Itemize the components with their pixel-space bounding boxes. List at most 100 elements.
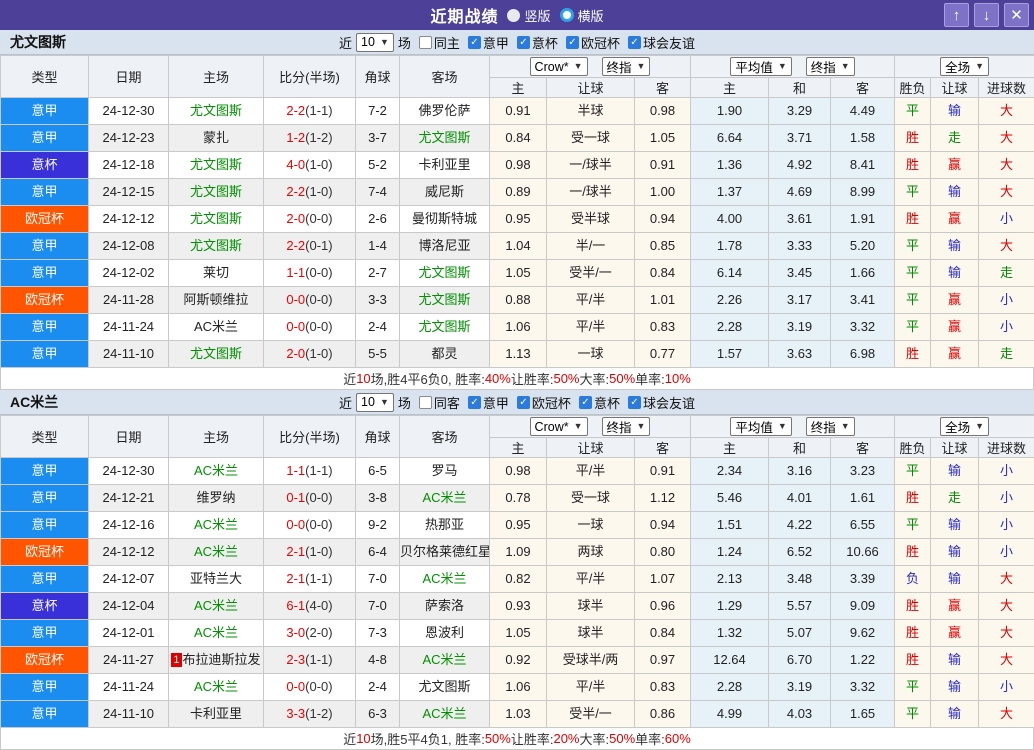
avg-draw-odds: 4.92 xyxy=(769,152,831,179)
competition-badge: 意甲 xyxy=(1,341,89,368)
handicap-home-odds: 0.91 xyxy=(490,98,547,125)
final-odds-select[interactable]: 终指▼ xyxy=(806,417,855,436)
handicap-outcome: 赢 xyxy=(931,620,979,647)
avg-home-odds: 5.46 xyxy=(691,485,769,512)
handicap-outcome: 输 xyxy=(931,647,979,674)
league-checkbox[interactable]: ✓ xyxy=(628,396,641,409)
avg-home-odds: 1.36 xyxy=(691,152,769,179)
league-checkbox[interactable]: ✓ xyxy=(468,396,481,409)
goals-outcome: 小 xyxy=(979,512,1034,539)
home-team: AC米兰 xyxy=(169,314,264,341)
match-count-select[interactable]: 10▼ xyxy=(356,393,394,412)
match-outcome: 平 xyxy=(895,314,931,341)
match-outcome: 平 xyxy=(895,287,931,314)
col-header-type: 类型 xyxy=(1,416,89,458)
handicap-line: 平/半 xyxy=(547,314,635,341)
layout-horizontal-radio[interactable]: 横版 xyxy=(560,6,604,25)
arrow-up-icon: ↑ xyxy=(953,7,961,24)
final-odds-select[interactable]: 终指▼ xyxy=(602,417,651,436)
match-date: 24-12-02 xyxy=(89,260,169,287)
league-label: 球会友谊 xyxy=(643,33,695,52)
handicap-away-odds: 0.94 xyxy=(635,512,691,539)
match-row: 意甲24-12-16AC米兰0-0(0-0)9-2热那亚0.95一球0.941.… xyxy=(1,512,1034,539)
goals-outcome: 大 xyxy=(979,98,1034,125)
close-button[interactable]: ✕ xyxy=(1004,3,1029,27)
handicap-line: 受半/一 xyxy=(547,260,635,287)
league-checkbox[interactable]: ✓ xyxy=(468,36,481,49)
col-header-home: 主场 xyxy=(169,416,264,458)
move-up-button[interactable]: ↑ xyxy=(944,3,969,27)
match-row: 意甲24-12-21维罗纳0-1(0-0)3-8AC米兰0.78受一球1.125… xyxy=(1,485,1034,512)
handicap-outcome: 走 xyxy=(931,125,979,152)
summary-line: 近10场,胜5平4负1, 胜率:50% 让胜率:20% 大率:50% 单率:60… xyxy=(0,728,1034,750)
handicap-line: 球半 xyxy=(547,593,635,620)
chevron-down-icon: ▼ xyxy=(778,422,787,431)
corner-score: 7-3 xyxy=(356,620,400,647)
match-date: 24-12-30 xyxy=(89,458,169,485)
same-venue-checkbox[interactable] xyxy=(419,36,432,49)
goals-outcome: 大 xyxy=(979,566,1034,593)
scope-select[interactable]: 全场▼ xyxy=(940,57,989,76)
match-outcome: 平 xyxy=(895,701,931,728)
handicap-home-odds: 1.06 xyxy=(490,674,547,701)
final-odds-select[interactable]: 终指▼ xyxy=(602,57,651,76)
odds-company-select[interactable]: Crow*▼ xyxy=(530,57,588,76)
handicap-line: 球半 xyxy=(547,620,635,647)
average-select[interactable]: 平均值▼ xyxy=(730,57,791,76)
home-team: 阿斯顿维拉 xyxy=(169,287,264,314)
chevron-down-icon: ▼ xyxy=(380,38,389,47)
radio-icon xyxy=(560,8,574,22)
handicap-home-odds: 1.13 xyxy=(490,341,547,368)
score: 2-2(1-1) xyxy=(264,98,356,125)
same-venue-checkbox[interactable] xyxy=(419,396,432,409)
handicap-line: 受一球 xyxy=(547,125,635,152)
handicap-outcome: 输 xyxy=(931,179,979,206)
avg-draw-odds: 6.70 xyxy=(769,647,831,674)
away-team: AC米兰 xyxy=(400,701,490,728)
competition-badge: 意甲 xyxy=(1,485,89,512)
title-bar: 近期战绩 竖版 横版 ↑ ↓ ✕ xyxy=(0,0,1034,30)
match-row: 意甲24-12-23蒙扎1-2(1-2)3-7尤文图斯0.84受一球1.056.… xyxy=(1,125,1034,152)
match-row: 意甲24-12-30尤文图斯2-2(1-1)7-2佛罗伦萨0.91半球0.981… xyxy=(1,98,1034,125)
match-date: 24-12-12 xyxy=(89,539,169,566)
corner-score: 6-3 xyxy=(356,701,400,728)
league-checkbox[interactable]: ✓ xyxy=(579,396,592,409)
goals-outcome: 小 xyxy=(979,287,1034,314)
scope-select[interactable]: 全场▼ xyxy=(940,417,989,436)
league-checkbox[interactable]: ✓ xyxy=(566,36,579,49)
handicap-away-odds: 1.05 xyxy=(635,125,691,152)
avg-home-odds: 1.32 xyxy=(691,620,769,647)
avg-draw-odds: 3.61 xyxy=(769,206,831,233)
sub-header-goals: 进球数 xyxy=(979,78,1034,98)
handicap-outcome: 赢 xyxy=(931,206,979,233)
league-checkbox[interactable]: ✓ xyxy=(517,36,530,49)
move-down-button[interactable]: ↓ xyxy=(974,3,999,27)
handicap-away-odds: 1.01 xyxy=(635,287,691,314)
league-checkbox[interactable]: ✓ xyxy=(517,396,530,409)
avg-away-odds: 4.49 xyxy=(831,98,895,125)
competition-badge: 意甲 xyxy=(1,314,89,341)
match-outcome: 胜 xyxy=(895,620,931,647)
score: 4-0(1-0) xyxy=(264,152,356,179)
layout-vertical-radio[interactable]: 竖版 xyxy=(507,6,550,25)
match-outcome: 胜 xyxy=(895,593,931,620)
avg-home-odds: 1.37 xyxy=(691,179,769,206)
match-date: 24-12-12 xyxy=(89,206,169,233)
goals-outcome: 大 xyxy=(979,152,1034,179)
match-count-select[interactable]: 10▼ xyxy=(356,33,394,52)
goals-outcome: 大 xyxy=(979,593,1034,620)
handicap-away-odds: 0.83 xyxy=(635,674,691,701)
sub-header-handicap-result: 让球 xyxy=(931,78,979,98)
score: 0-0(0-0) xyxy=(264,674,356,701)
match-outcome: 胜 xyxy=(895,539,931,566)
match-row: 意杯24-12-04AC米兰6-1(4-0)7-0萨索洛0.93球半0.961.… xyxy=(1,593,1034,620)
average-select[interactable]: 平均值▼ xyxy=(730,417,791,436)
score: 2-1(1-0) xyxy=(264,539,356,566)
goals-outcome: 小 xyxy=(979,314,1034,341)
odds-company-select[interactable]: Crow*▼ xyxy=(530,417,588,436)
goals-outcome: 大 xyxy=(979,647,1034,674)
league-checkbox[interactable]: ✓ xyxy=(628,36,641,49)
handicap-outcome: 赢 xyxy=(931,341,979,368)
sub-header-handicap: 让球 xyxy=(547,438,635,458)
final-odds-select[interactable]: 终指▼ xyxy=(806,57,855,76)
